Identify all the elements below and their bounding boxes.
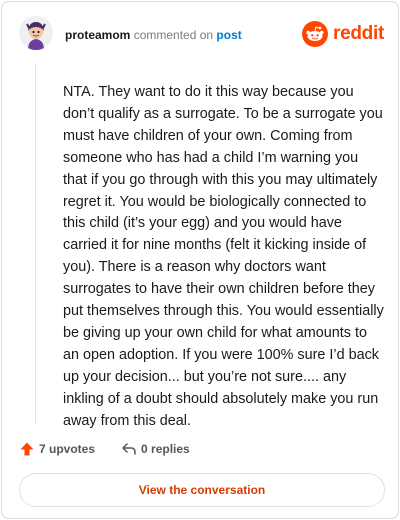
avatar-illustration [19,16,53,50]
thread-line [35,64,36,424]
comment-header: proteamom commented on post reddit [2,2,398,66]
comment-body: NTA. They want to do it this way because… [63,84,384,429]
replies-button[interactable]: 0 replies [121,441,190,457]
post-link[interactable]: post [216,28,241,42]
comment-meta: proteamom commented on post [65,28,242,42]
upvotes-button[interactable]: 7 upvotes [19,441,95,457]
view-conversation-button[interactable]: View the conversation [19,473,385,507]
comment-card: proteamom commented on post reddit NTA. … [1,1,399,519]
reply-arrow-icon [122,443,136,455]
username[interactable]: proteamom [65,28,130,42]
reddit-wordmark: reddit [333,23,384,44]
upvotes-count: 7 upvotes [39,442,96,456]
reddit-logo-icon [302,21,329,47]
commented-on-text: commented on [133,28,214,42]
comment-actions: 7 upvotes 0 replies [19,439,190,459]
avatar[interactable] [19,16,53,50]
replies-count: 0 replies [141,442,190,456]
upvote-arrow-icon [20,442,34,456]
reddit-brand[interactable]: reddit [302,21,384,47]
